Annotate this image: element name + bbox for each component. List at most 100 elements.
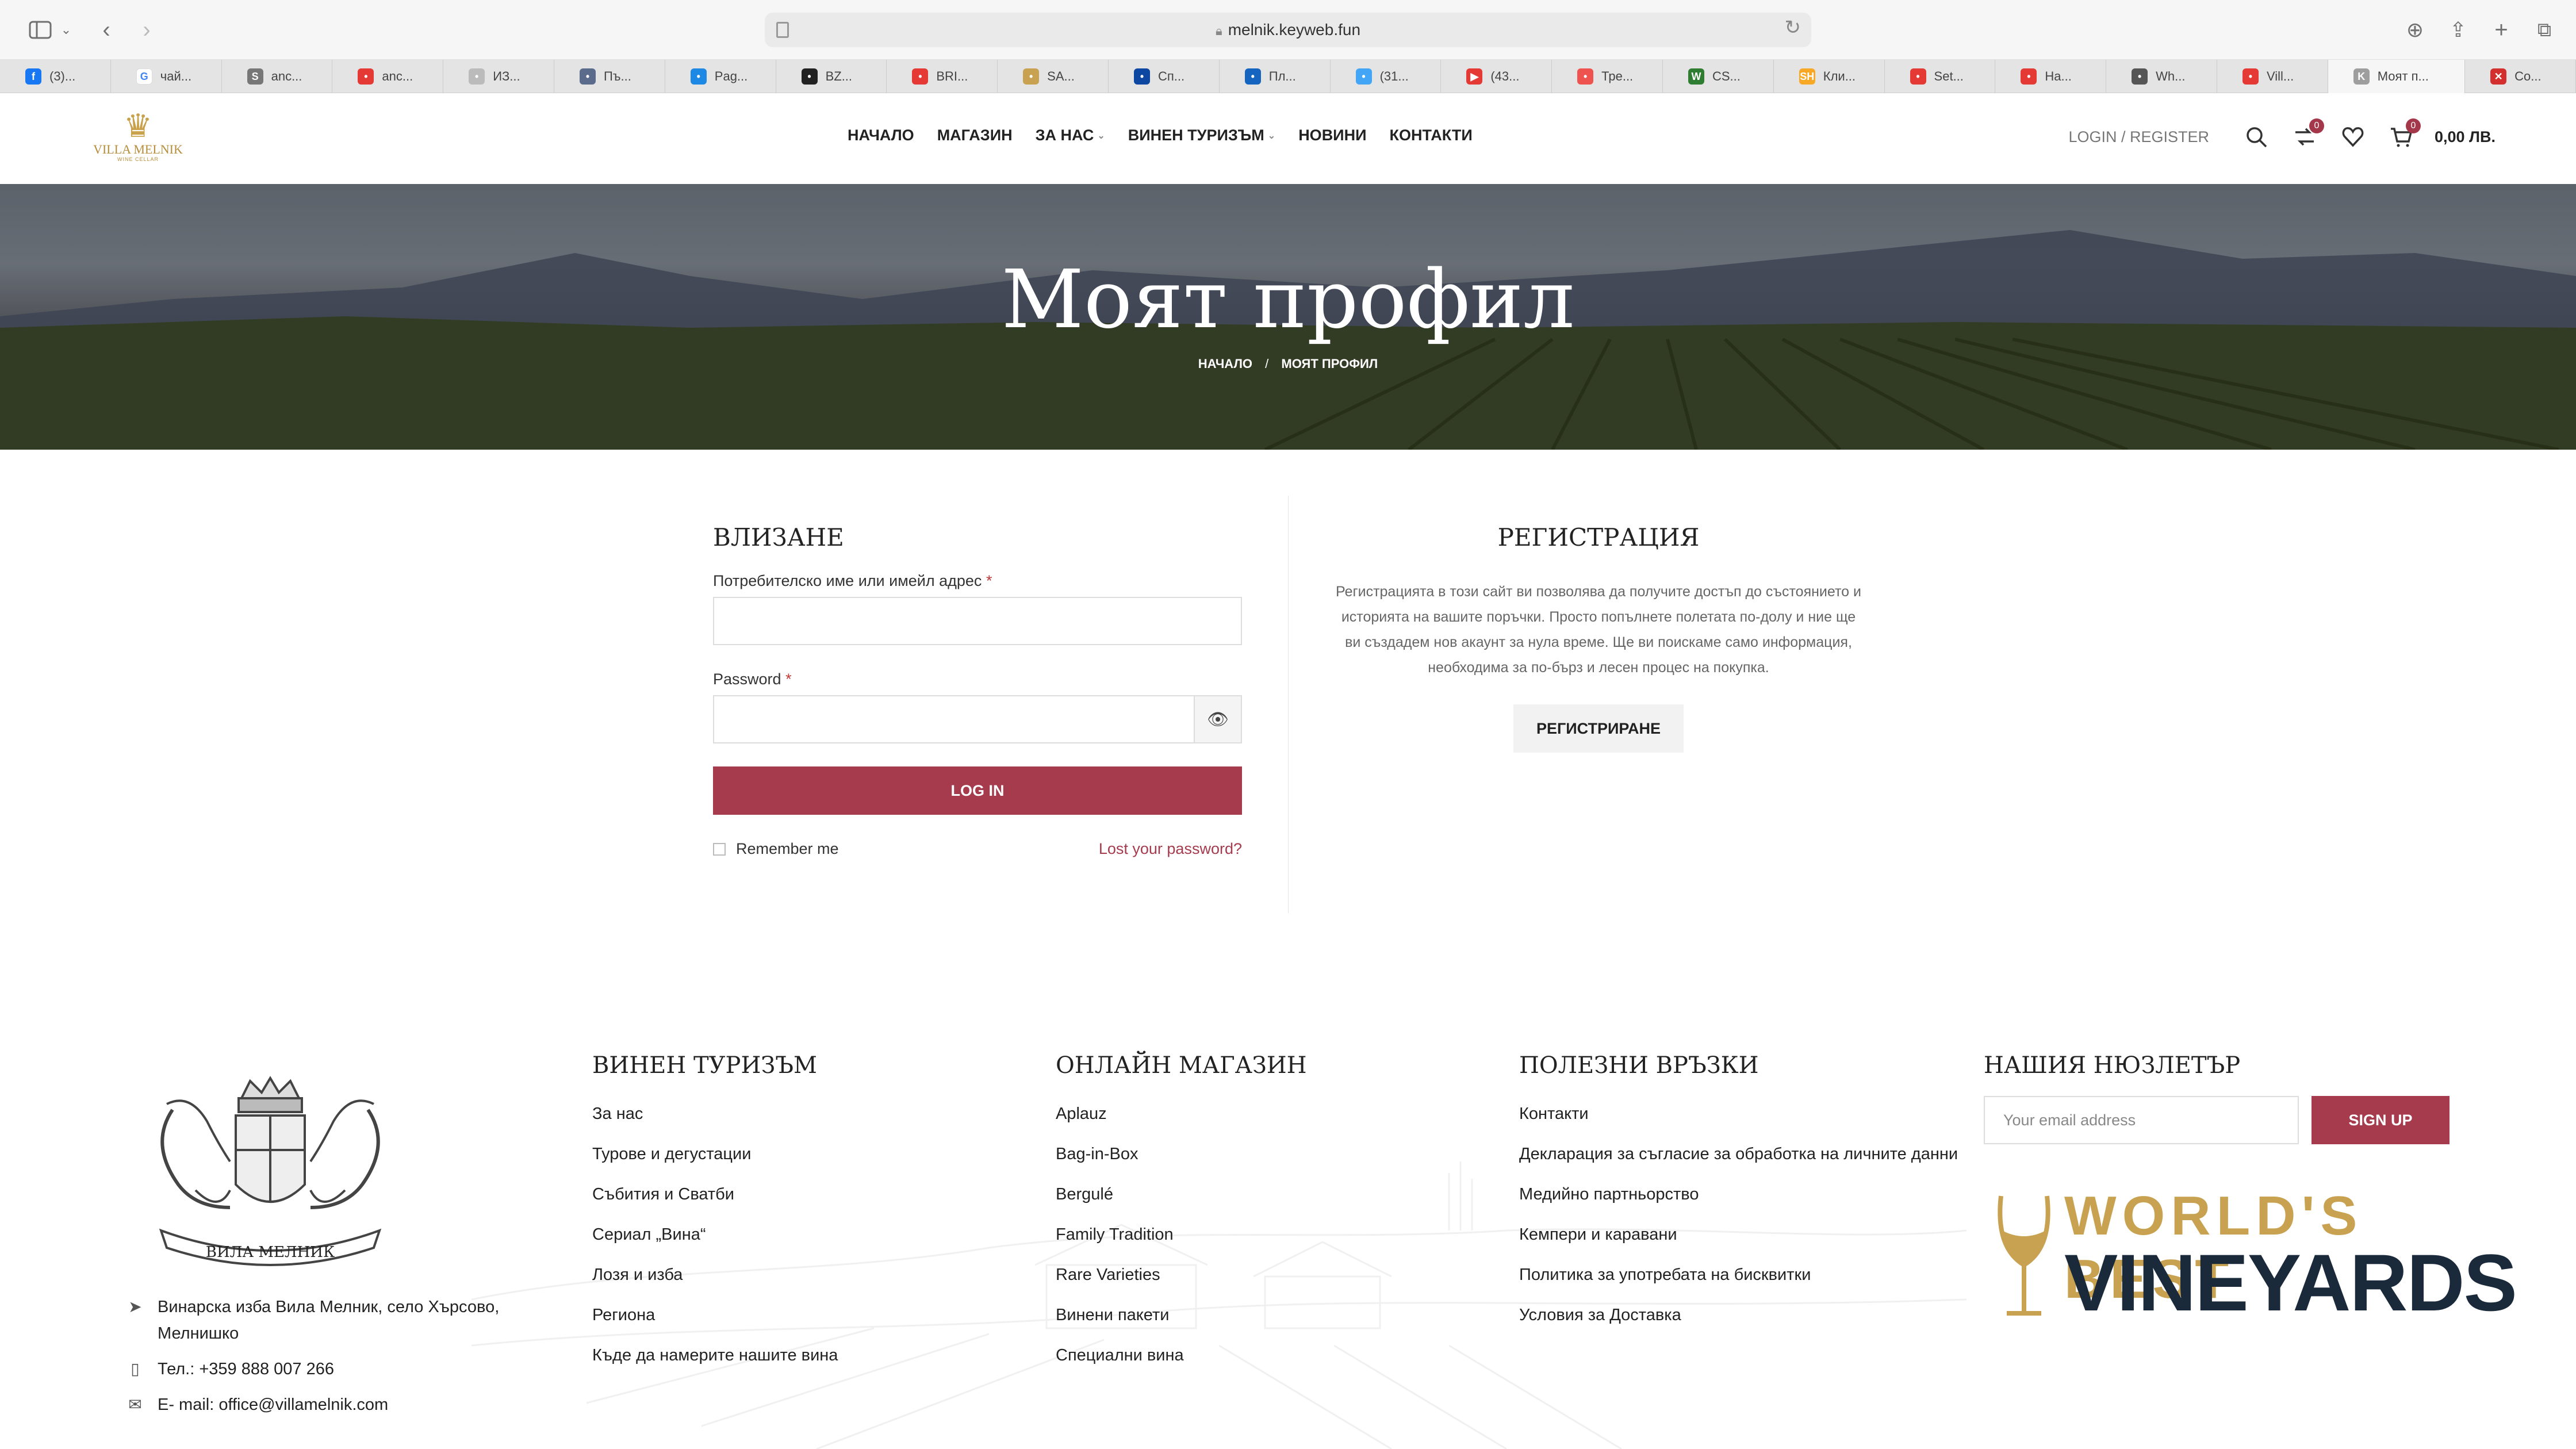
browser-tab[interactable]: • anc... [332, 60, 444, 93]
main-nav: НАЧАЛО МАГАЗИН ЗА НАС ⌄ ВИНЕН ТУРИЗЪМ ⌄ НО… [848, 126, 1473, 144]
browser-tab[interactable]: • ИЗ... [443, 60, 554, 93]
reload-icon[interactable]: ↻ [1785, 16, 1801, 39]
nav-about[interactable]: ЗА НАС ⌄ [1036, 126, 1105, 144]
browser-tab[interactable]: • Wh... [2106, 60, 2217, 93]
tab-label: BZ... [825, 69, 853, 83]
footer-link[interactable]: Family Tradition [1056, 1214, 1307, 1255]
compare-icon[interactable]: 0 [2291, 118, 2324, 151]
footer-link[interactable]: Декларация за съгласие за обработка на л… [1519, 1134, 1958, 1174]
browser-tab[interactable]: • Пл... [1220, 60, 1331, 93]
password-input[interactable]: 👁︎ [713, 695, 1242, 743]
footer-link[interactable]: Медийно партньорство [1519, 1174, 1958, 1214]
footer-link[interactable]: Aplauz [1056, 1094, 1307, 1134]
browser-tab[interactable]: W CS... [1663, 60, 1774, 93]
address-bar[interactable]: 🔒︎ melnik.keyweb.fun ↻ [765, 13, 1811, 47]
site-header: ♛ VILLA MELNIK WINE CELLAR НАЧАЛО МАГАЗИ… [0, 93, 2576, 184]
tab-label: ИЗ... [493, 69, 520, 83]
tab-label: SA... [1047, 69, 1075, 83]
signup-button[interactable]: SIGN UP [2312, 1096, 2450, 1144]
footer-link[interactable]: За нас [592, 1094, 838, 1134]
username-input[interactable] [713, 597, 1242, 645]
back-icon[interactable]: ‹ [92, 14, 121, 46]
browser-tab[interactable]: Sanc... [222, 60, 333, 93]
footer-email[interactable]: E- mail: office@villamelnik.com [158, 1392, 388, 1418]
browser-tab[interactable]: ▶ (43... [1441, 60, 1552, 93]
footer-link[interactable]: Bergulé [1056, 1174, 1307, 1214]
browser-tab[interactable]: • Vill... [2217, 60, 2328, 93]
cart-total[interactable]: 0,00 ЛВ. [2435, 128, 2496, 146]
nav-contacts[interactable]: КОНТАКТИ [1390, 126, 1473, 144]
cart-count-badge: 0 [2406, 118, 2421, 133]
footer-col-title: ПОЛЕЗНИ ВРЪЗКИ [1519, 1052, 1759, 1079]
tab-label: Pag... [714, 69, 748, 83]
footer-link[interactable]: Турове и дегустации [592, 1134, 838, 1174]
nav-news[interactable]: НОВИНИ [1298, 126, 1366, 144]
column-divider [1288, 496, 1289, 913]
browser-tab[interactable]: SH Кли... [1774, 60, 1885, 93]
cart-icon[interactable]: 0 [2387, 118, 2421, 151]
browser-tab[interactable]: K Моят п... [2328, 60, 2466, 93]
chevron-down-icon[interactable]: ⌄ [57, 14, 75, 46]
browser-tab[interactable]: • BZ... [776, 60, 887, 93]
page-title: Моят профил [1001, 253, 1575, 347]
password-label: Password * [713, 670, 792, 688]
register-title: РЕГИСТРАЦИЯ [1497, 523, 1700, 551]
browser-tab[interactable]: • Pag... [665, 60, 776, 93]
download-icon[interactable]: ⊕ [2398, 14, 2432, 46]
footer-link[interactable]: Регионa [592, 1295, 838, 1335]
site-logo[interactable]: ♛ VILLA MELNIK WINE CELLAR [92, 109, 184, 167]
forward-icon[interactable]: › [132, 14, 161, 46]
footer-col-title: ВИНЕН ТУРИЗЪМ [592, 1052, 817, 1079]
nav-home[interactable]: НАЧАЛО [848, 126, 914, 144]
share-icon[interactable]: ⇪ [2441, 14, 2475, 46]
footer-link[interactable]: Сериал „Вина“ [592, 1214, 838, 1255]
new-tab-icon[interactable]: + [2484, 14, 2518, 46]
nav-shop[interactable]: МАГАЗИН [937, 126, 1013, 144]
sidebar-toggle-icon[interactable] [23, 14, 57, 46]
register-button[interactable]: РЕГИСТРИРАНЕ [1513, 704, 1684, 753]
lost-password-link[interactable]: Lost your password? [1099, 840, 1242, 858]
footer-link[interactable]: Винени пакети [1056, 1295, 1307, 1335]
tab-favicon-icon: • [579, 68, 596, 85]
footer-link[interactable]: Условия за Доставка [1519, 1295, 1958, 1335]
footer-phone[interactable]: Тел.: +359 888 007 266 [158, 1356, 334, 1382]
browser-tab[interactable]: ✕ Co... [2465, 60, 2576, 93]
browser-tab[interactable]: • Пъ... [554, 60, 665, 93]
footer-col-title: ОНЛАЙН МАГАЗИН [1056, 1052, 1307, 1079]
login-button[interactable]: LOG IN [713, 766, 1242, 815]
show-password-eye-icon[interactable]: 👁︎ [1194, 696, 1241, 742]
browser-tab[interactable]: • (31... [1331, 60, 1442, 93]
tab-overview-icon[interactable]: ⧉ [2527, 14, 2562, 46]
tab-favicon-icon: • [2242, 68, 2259, 85]
remember-me-checkbox[interactable]: Remember me [713, 840, 839, 858]
breadcrumb-home[interactable]: НАЧАЛО [1198, 356, 1252, 371]
tab-favicon-icon: • [1023, 68, 1040, 85]
footer-link[interactable]: Специални вина [1056, 1335, 1307, 1375]
footer-link[interactable]: Лозя и изба [592, 1255, 838, 1295]
login-register-link[interactable]: LOGIN / REGISTER [2068, 128, 2209, 146]
browser-tab[interactable]: • BRI... [887, 60, 998, 93]
footer-link[interactable]: Контакти [1519, 1094, 1958, 1134]
nav-wine-tourism[interactable]: ВИНЕН ТУРИЗЪМ ⌄ [1128, 126, 1275, 144]
footer-link[interactable]: Политика за употребата на бисквитки [1519, 1255, 1958, 1295]
newsletter-email-input[interactable]: Your email address [1984, 1096, 2299, 1144]
tab-label: anc... [271, 69, 302, 83]
footer-link[interactable]: Кемпери и каравани [1519, 1214, 1958, 1255]
browser-tab[interactable]: f (3)... [0, 60, 111, 93]
footer-link[interactable]: Rare Varieties [1056, 1255, 1307, 1295]
browser-tab[interactable]: • SA... [998, 60, 1109, 93]
search-icon[interactable] [2242, 123, 2270, 151]
browser-tab[interactable]: Gчай... [111, 60, 222, 93]
tab-label: Кли... [1823, 69, 1856, 83]
browser-tab[interactable]: • Сп... [1109, 60, 1220, 93]
tab-label: BRI... [936, 69, 968, 83]
tab-favicon-icon: • [2132, 68, 2148, 85]
browser-tab[interactable]: • На... [1995, 60, 2107, 93]
browser-tab[interactable]: • Set... [1885, 60, 1996, 93]
footer-link[interactable]: Bag-in-Box [1056, 1134, 1307, 1174]
footer-link[interactable]: Събития и Сватби [592, 1174, 838, 1214]
worlds-best-vineyards-logo[interactable]: WORLD'S BEST VINEYARDS [1989, 1184, 2517, 1334]
browser-tab[interactable]: • Тре... [1552, 60, 1663, 93]
wishlist-heart-icon[interactable] [2339, 123, 2367, 151]
footer-link[interactable]: Къде да намерите нашите вина [592, 1335, 838, 1375]
